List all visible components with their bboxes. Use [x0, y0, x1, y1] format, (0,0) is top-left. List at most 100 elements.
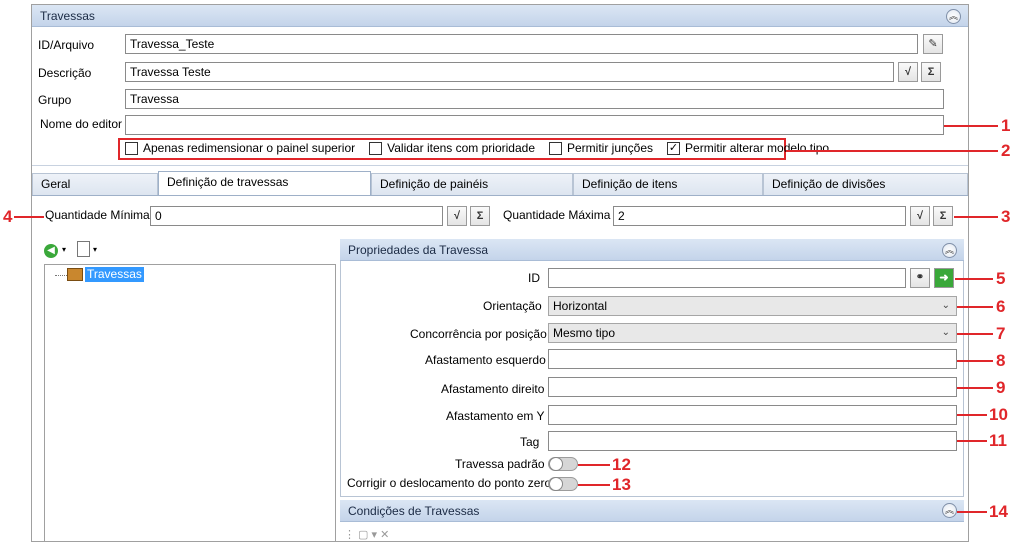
id-input[interactable]: Travessa_Teste: [125, 34, 918, 54]
zero-offset-toggle[interactable]: [548, 477, 578, 491]
toggle-knob: [549, 477, 563, 491]
prop-id-input[interactable]: [548, 268, 906, 288]
callout-4: 4: [3, 207, 13, 226]
chevron-down-icon[interactable]: ▾: [93, 245, 97, 254]
conditions-title: Condições de Travessas: [348, 504, 480, 518]
callout-9: 9: [996, 378, 1006, 397]
sigma-icon[interactable]: Σ: [933, 206, 953, 226]
tag-input[interactable]: [548, 431, 957, 451]
callout-line: [957, 511, 987, 513]
conditions-header: Condições de Travessas: [340, 500, 964, 522]
edit-file-icon[interactable]: ✎: [923, 34, 943, 54]
callout-2: 2: [1001, 141, 1011, 160]
checkbox-box[interactable]: [125, 141, 138, 155]
callout-line: [957, 333, 993, 335]
checkbox-box[interactable]: [549, 141, 562, 155]
callout-line: [954, 216, 998, 218]
callout-line: [957, 306, 993, 308]
callout-line: [786, 150, 998, 152]
max-qty-input[interactable]: 2: [613, 206, 906, 226]
group-input[interactable]: Travessa: [125, 89, 944, 109]
callout-8: 8: [996, 351, 1006, 370]
sqrt-formula-icon[interactable]: √: [447, 206, 467, 226]
travessas-title: Travessas: [40, 9, 95, 23]
left-gap-input[interactable]: [548, 349, 957, 369]
callout-11: 11: [989, 431, 1007, 450]
group-label: Grupo: [38, 93, 72, 107]
editor-input[interactable]: [125, 115, 944, 135]
callout-line: [944, 125, 998, 127]
callout-line: [578, 464, 610, 466]
callout-14: 14: [989, 502, 1008, 521]
zero-offset-label: Corrigir o deslocamento do ponto zero: [347, 476, 552, 490]
tab-baseline: [32, 195, 968, 196]
callout-line: [14, 216, 44, 218]
tab-panels[interactable]: Definição de painéis: [371, 173, 573, 195]
tab-divisions[interactable]: Definição de divisões: [763, 173, 968, 195]
callout-12: 12: [612, 455, 631, 474]
checkmark-icon[interactable]: ✓: [667, 141, 681, 155]
y-gap-label: Afastamento em Y: [446, 409, 545, 423]
chevron-down-icon[interactable]: ▾: [62, 245, 66, 254]
callout-10: 10: [989, 405, 1008, 424]
toggle-knob: [549, 457, 563, 471]
callout-7: 7: [996, 324, 1006, 343]
min-qty-label: Quantidade Mínima: [45, 208, 150, 222]
travessas-header: Travessas: [32, 5, 968, 27]
collapse-top-icon[interactable]: ︽: [946, 9, 961, 24]
conditions-toolbar: ⋮ ▢ ▾ ✕: [344, 529, 390, 541]
concurrency-label: Concorrência por posição: [410, 327, 547, 341]
callout-3: 3: [1001, 207, 1011, 226]
sqrt-formula-icon[interactable]: √: [898, 62, 918, 82]
editor-label: Nome do editor: [40, 117, 123, 131]
checkbox-resize-only[interactable]: Apenas redimensionar o painel superior: [125, 141, 355, 155]
tree-item-travessas[interactable]: Travessas: [85, 267, 144, 282]
tab-crossbars[interactable]: Definição de travessas: [158, 171, 371, 196]
min-qty-input[interactable]: 0: [150, 206, 443, 226]
tag-label: Tag: [520, 435, 540, 449]
default-label: Travessa padrão: [455, 457, 545, 471]
binoculars-icon[interactable]: ⚭: [910, 268, 930, 288]
chevron-down-icon: ⌄: [941, 300, 950, 311]
new-item-icon[interactable]: [77, 241, 90, 257]
tree-connector: [55, 275, 67, 276]
checkbox-validate-priority[interactable]: Validar itens com prioridade: [369, 141, 535, 155]
tree-panel: [44, 264, 336, 542]
id-label: ID/Arquivo: [38, 38, 95, 52]
callout-line: [578, 484, 610, 486]
orientation-label: Orientação: [483, 299, 542, 313]
default-toggle[interactable]: [548, 457, 578, 471]
callout-line: [957, 440, 987, 442]
callout-6: 6: [996, 297, 1006, 316]
description-input[interactable]: Travessa Teste: [125, 62, 894, 82]
callout-1: 1: [1001, 116, 1011, 135]
sqrt-formula-icon[interactable]: √: [910, 206, 930, 226]
callout-line: [957, 414, 987, 416]
tab-general[interactable]: Geral: [32, 173, 158, 195]
concurrency-select[interactable]: Mesmo tipo ⌄: [548, 323, 957, 343]
options-row: Apenas redimensionar o painel superior V…: [125, 141, 843, 155]
tab-items[interactable]: Definição de itens: [573, 173, 763, 195]
callout-13: 13: [612, 475, 631, 494]
chevron-down-icon: ⌄: [941, 327, 950, 338]
y-gap-input[interactable]: [548, 405, 957, 425]
collapse-conditions-icon[interactable]: ︽: [942, 503, 957, 518]
properties-title: Propriedades da Travessa: [348, 243, 489, 257]
sigma-icon[interactable]: Σ: [470, 206, 490, 226]
callout-5: 5: [996, 269, 1006, 288]
divider: [32, 165, 968, 166]
checkbox-allow-joins[interactable]: Permitir junções: [549, 141, 653, 155]
sigma-icon[interactable]: Σ: [921, 62, 941, 82]
right-gap-label: Afastamento direito: [441, 382, 545, 396]
collapse-properties-icon[interactable]: ︽: [942, 243, 957, 258]
right-gap-input[interactable]: [548, 377, 957, 397]
back-arrow-icon[interactable]: ◀: [44, 244, 58, 258]
arrow-right-icon[interactable]: ➜: [934, 268, 954, 288]
orientation-select[interactable]: Horizontal ⌄: [548, 296, 957, 316]
prop-id-label: ID: [528, 271, 540, 285]
callout-line: [955, 278, 993, 280]
max-qty-label: Quantidade Máxima: [503, 208, 611, 222]
checkbox-box[interactable]: [369, 141, 383, 155]
checkbox-allow-model-change[interactable]: ✓ Permitir alterar modelo tipo: [667, 141, 829, 155]
callout-line: [957, 387, 993, 389]
